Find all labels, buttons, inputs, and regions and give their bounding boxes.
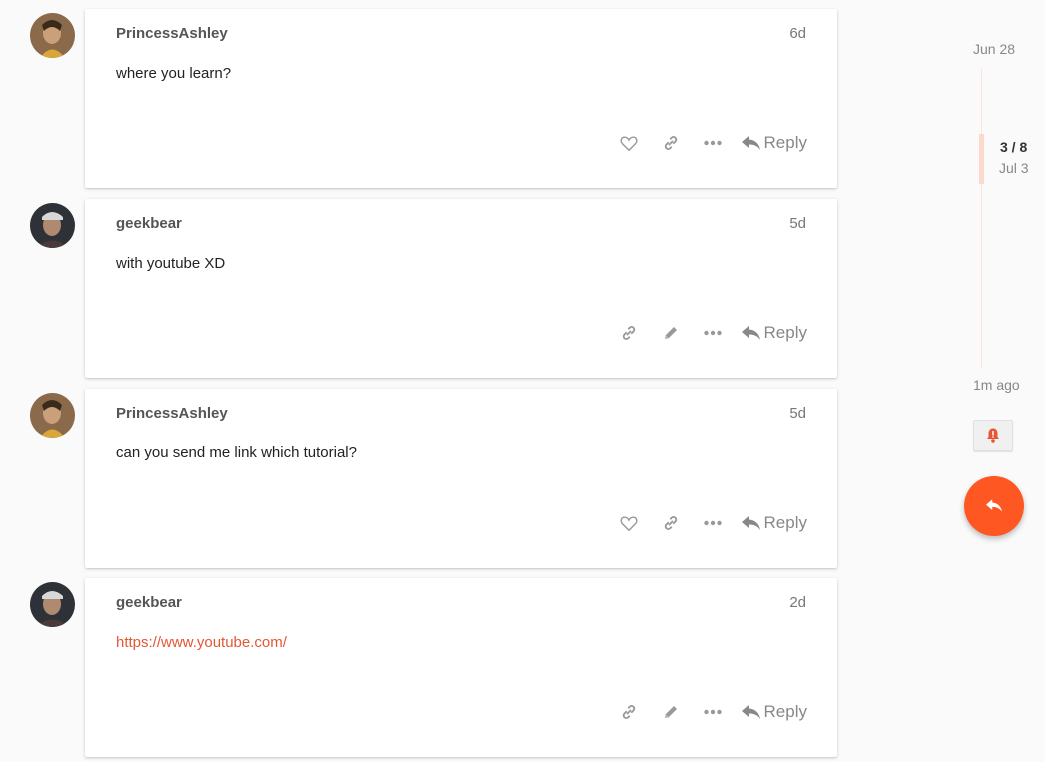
reply-icon [741, 515, 760, 530]
post-age[interactable]: 6d [789, 25, 806, 42]
post-age[interactable]: 5d [789, 215, 806, 232]
topic-timeline: Jun 28 3 / 8 Jul 3 1m ago [960, 0, 1045, 762]
post-card: geekbear 2d https://www.youtube.com/ Rep… [85, 578, 837, 757]
post-age[interactable]: 2d [789, 594, 806, 611]
timeline-start-date[interactable]: Jun 28 [973, 41, 1015, 57]
more-icon[interactable] [702, 512, 724, 534]
bell-icon [987, 428, 999, 443]
post-actions: Reply [598, 700, 807, 724]
pencil-icon[interactable] [660, 322, 682, 344]
post-username[interactable]: geekbear [116, 594, 182, 611]
reply-icon [986, 499, 1002, 512]
reply-button[interactable]: Reply [741, 323, 807, 343]
reply-icon [741, 704, 760, 719]
more-icon[interactable] [702, 132, 724, 154]
link-icon[interactable] [660, 512, 682, 534]
post-card: PrincessAshley 5d can you send me link w… [85, 389, 837, 568]
timeline-position: 3 / 8 [1000, 139, 1028, 155]
post: geekbear 5d with youtube XD Reply [30, 199, 838, 379]
timeline-current-date: Jul 3 [999, 160, 1029, 176]
heart-icon[interactable] [618, 512, 640, 534]
post: PrincessAshley 6d where you learn? Reply [30, 9, 838, 189]
more-icon[interactable] [702, 322, 724, 344]
post-body: can you send me link which tutorial? [116, 444, 357, 461]
heart-icon[interactable] [618, 132, 640, 154]
reply-label: Reply [763, 133, 807, 152]
reply-icon [741, 325, 760, 340]
post-link[interactable]: https://www.youtube.com/ [116, 634, 287, 651]
more-icon[interactable] [702, 701, 724, 723]
post-card: PrincessAshley 6d where you learn? Reply [85, 9, 837, 188]
post-age[interactable]: 5d [789, 405, 806, 422]
avatar-geekbear[interactable] [30, 203, 75, 248]
reply-button[interactable]: Reply [741, 133, 807, 153]
timeline-scroller-handle[interactable] [979, 134, 984, 184]
avatar-princessashley[interactable] [30, 393, 75, 438]
link-icon[interactable] [660, 132, 682, 154]
post-card: geekbear 5d with youtube XD Reply [85, 199, 837, 378]
avatar-geekbear[interactable] [30, 582, 75, 627]
reply-button[interactable]: Reply [741, 513, 807, 533]
pencil-icon[interactable] [660, 701, 682, 723]
post-actions: Reply [598, 131, 807, 155]
avatar-princessashley[interactable] [30, 13, 75, 58]
reply-label: Reply [763, 702, 807, 721]
reply-button[interactable]: Reply [741, 702, 807, 722]
reply-fab[interactable] [964, 476, 1024, 536]
link-icon[interactable] [618, 701, 640, 723]
reply-icon [741, 135, 760, 150]
post-actions: Reply [598, 511, 807, 535]
reply-label: Reply [763, 513, 807, 532]
post-username[interactable]: PrincessAshley [116, 25, 228, 42]
reply-label: Reply [763, 323, 807, 342]
timeline-end-label[interactable]: 1m ago [973, 377, 1020, 393]
link-icon[interactable] [618, 322, 640, 344]
notification-button[interactable] [973, 420, 1013, 451]
post-body: with youtube XD [116, 255, 226, 272]
post-username[interactable]: PrincessAshley [116, 405, 228, 422]
post-username[interactable]: geekbear [116, 215, 182, 232]
post-body: where you learn? [116, 65, 232, 82]
post-actions: Reply [598, 321, 807, 345]
post: geekbear 2d https://www.youtube.com/ Rep… [30, 578, 838, 758]
post: PrincessAshley 5d can you send me link w… [30, 389, 838, 569]
timeline-track[interactable] [981, 68, 982, 368]
